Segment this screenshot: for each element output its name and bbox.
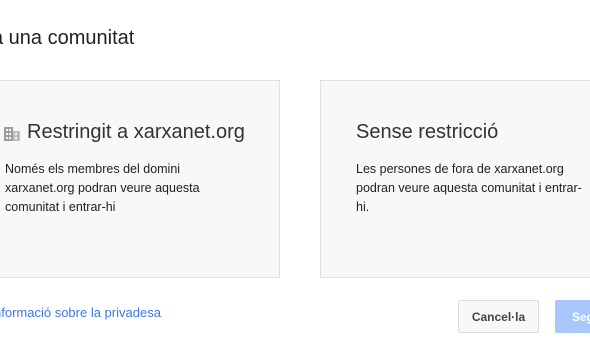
option-heading-restricted: Restringit a xarxanet.org [3, 121, 245, 144]
option-description-restricted: Només els membres del domini xarxanet.or… [5, 162, 200, 214]
option-heading-unrestricted: Sense restricció [356, 121, 498, 144]
privacy-info-link[interactable]: nformació sobre la privadesa [0, 305, 161, 320]
option-card-restricted[interactable]: Restringit a xarxanet.org Només els memb… [0, 80, 280, 278]
building-icon [4, 126, 20, 141]
dialog-title: a una comunitat [0, 27, 135, 49]
cancel-button[interactable]: Cancel·la [458, 300, 539, 333]
option-heading-label: Sense restricció [356, 121, 499, 143]
next-button[interactable]: Seg [555, 300, 590, 333]
option-heading-label: Restringit a xarxanet.org [27, 121, 245, 143]
option-description-unrestricted: Les persones de fora de xarxanet.org pod… [356, 162, 582, 214]
create-community-dialog: a una comunitat Restringit a xarxanet.or… [0, 0, 590, 354]
option-card-unrestricted[interactable]: Sense restricció Les persones de fora de… [320, 80, 590, 278]
